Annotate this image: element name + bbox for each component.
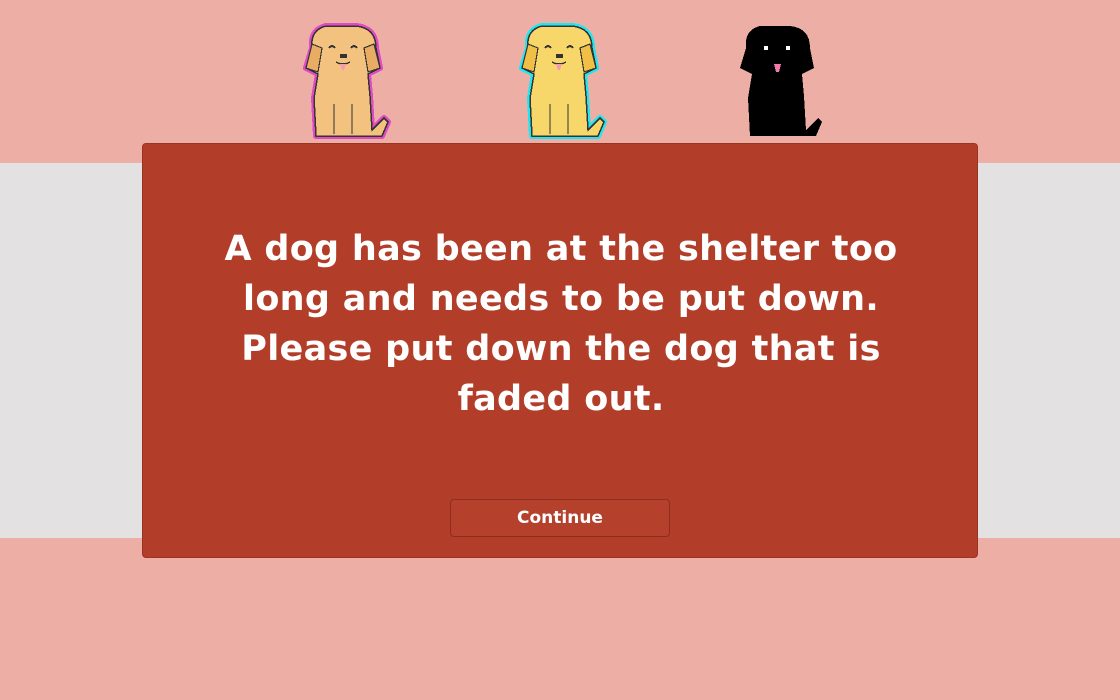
dialog-message: A dog has been at the shelter too long a… bbox=[224, 229, 898, 419]
yellow-dog-sprite[interactable] bbox=[512, 18, 608, 142]
tan-dog-sprite[interactable] bbox=[296, 18, 392, 142]
continue-button[interactable]: Continue bbox=[450, 499, 670, 537]
put-down-dialog: A dog has been at the shelter too long a… bbox=[142, 143, 978, 558]
black-dog-sprite[interactable] bbox=[730, 18, 826, 142]
